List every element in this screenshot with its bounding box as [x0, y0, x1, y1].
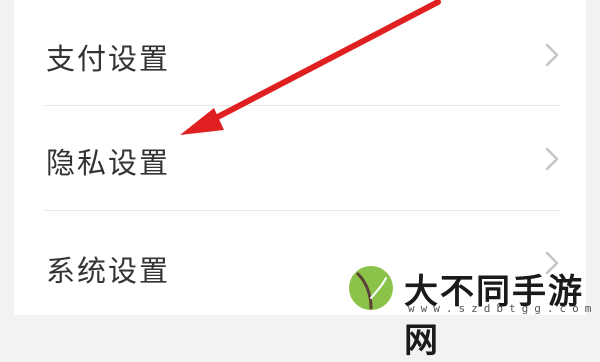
chevron-right-icon: [545, 147, 559, 171]
watermark-url: www.szdbtgg.com: [408, 302, 598, 315]
settings-item-label: 隐私设置: [46, 146, 171, 180]
chevron-right-icon: [545, 43, 559, 67]
divider: [44, 210, 560, 211]
settings-item-label: 系统设置: [46, 254, 171, 288]
settings-item-payment[interactable]: 支付设置: [14, 2, 586, 106]
settings-item-label: 支付设置: [46, 42, 171, 76]
leaf-logo-icon: [349, 266, 393, 310]
watermark: 大不同手游网 www.szdbtgg.com: [344, 262, 600, 361]
settings-item-privacy[interactable]: 隐私设置: [14, 106, 586, 210]
